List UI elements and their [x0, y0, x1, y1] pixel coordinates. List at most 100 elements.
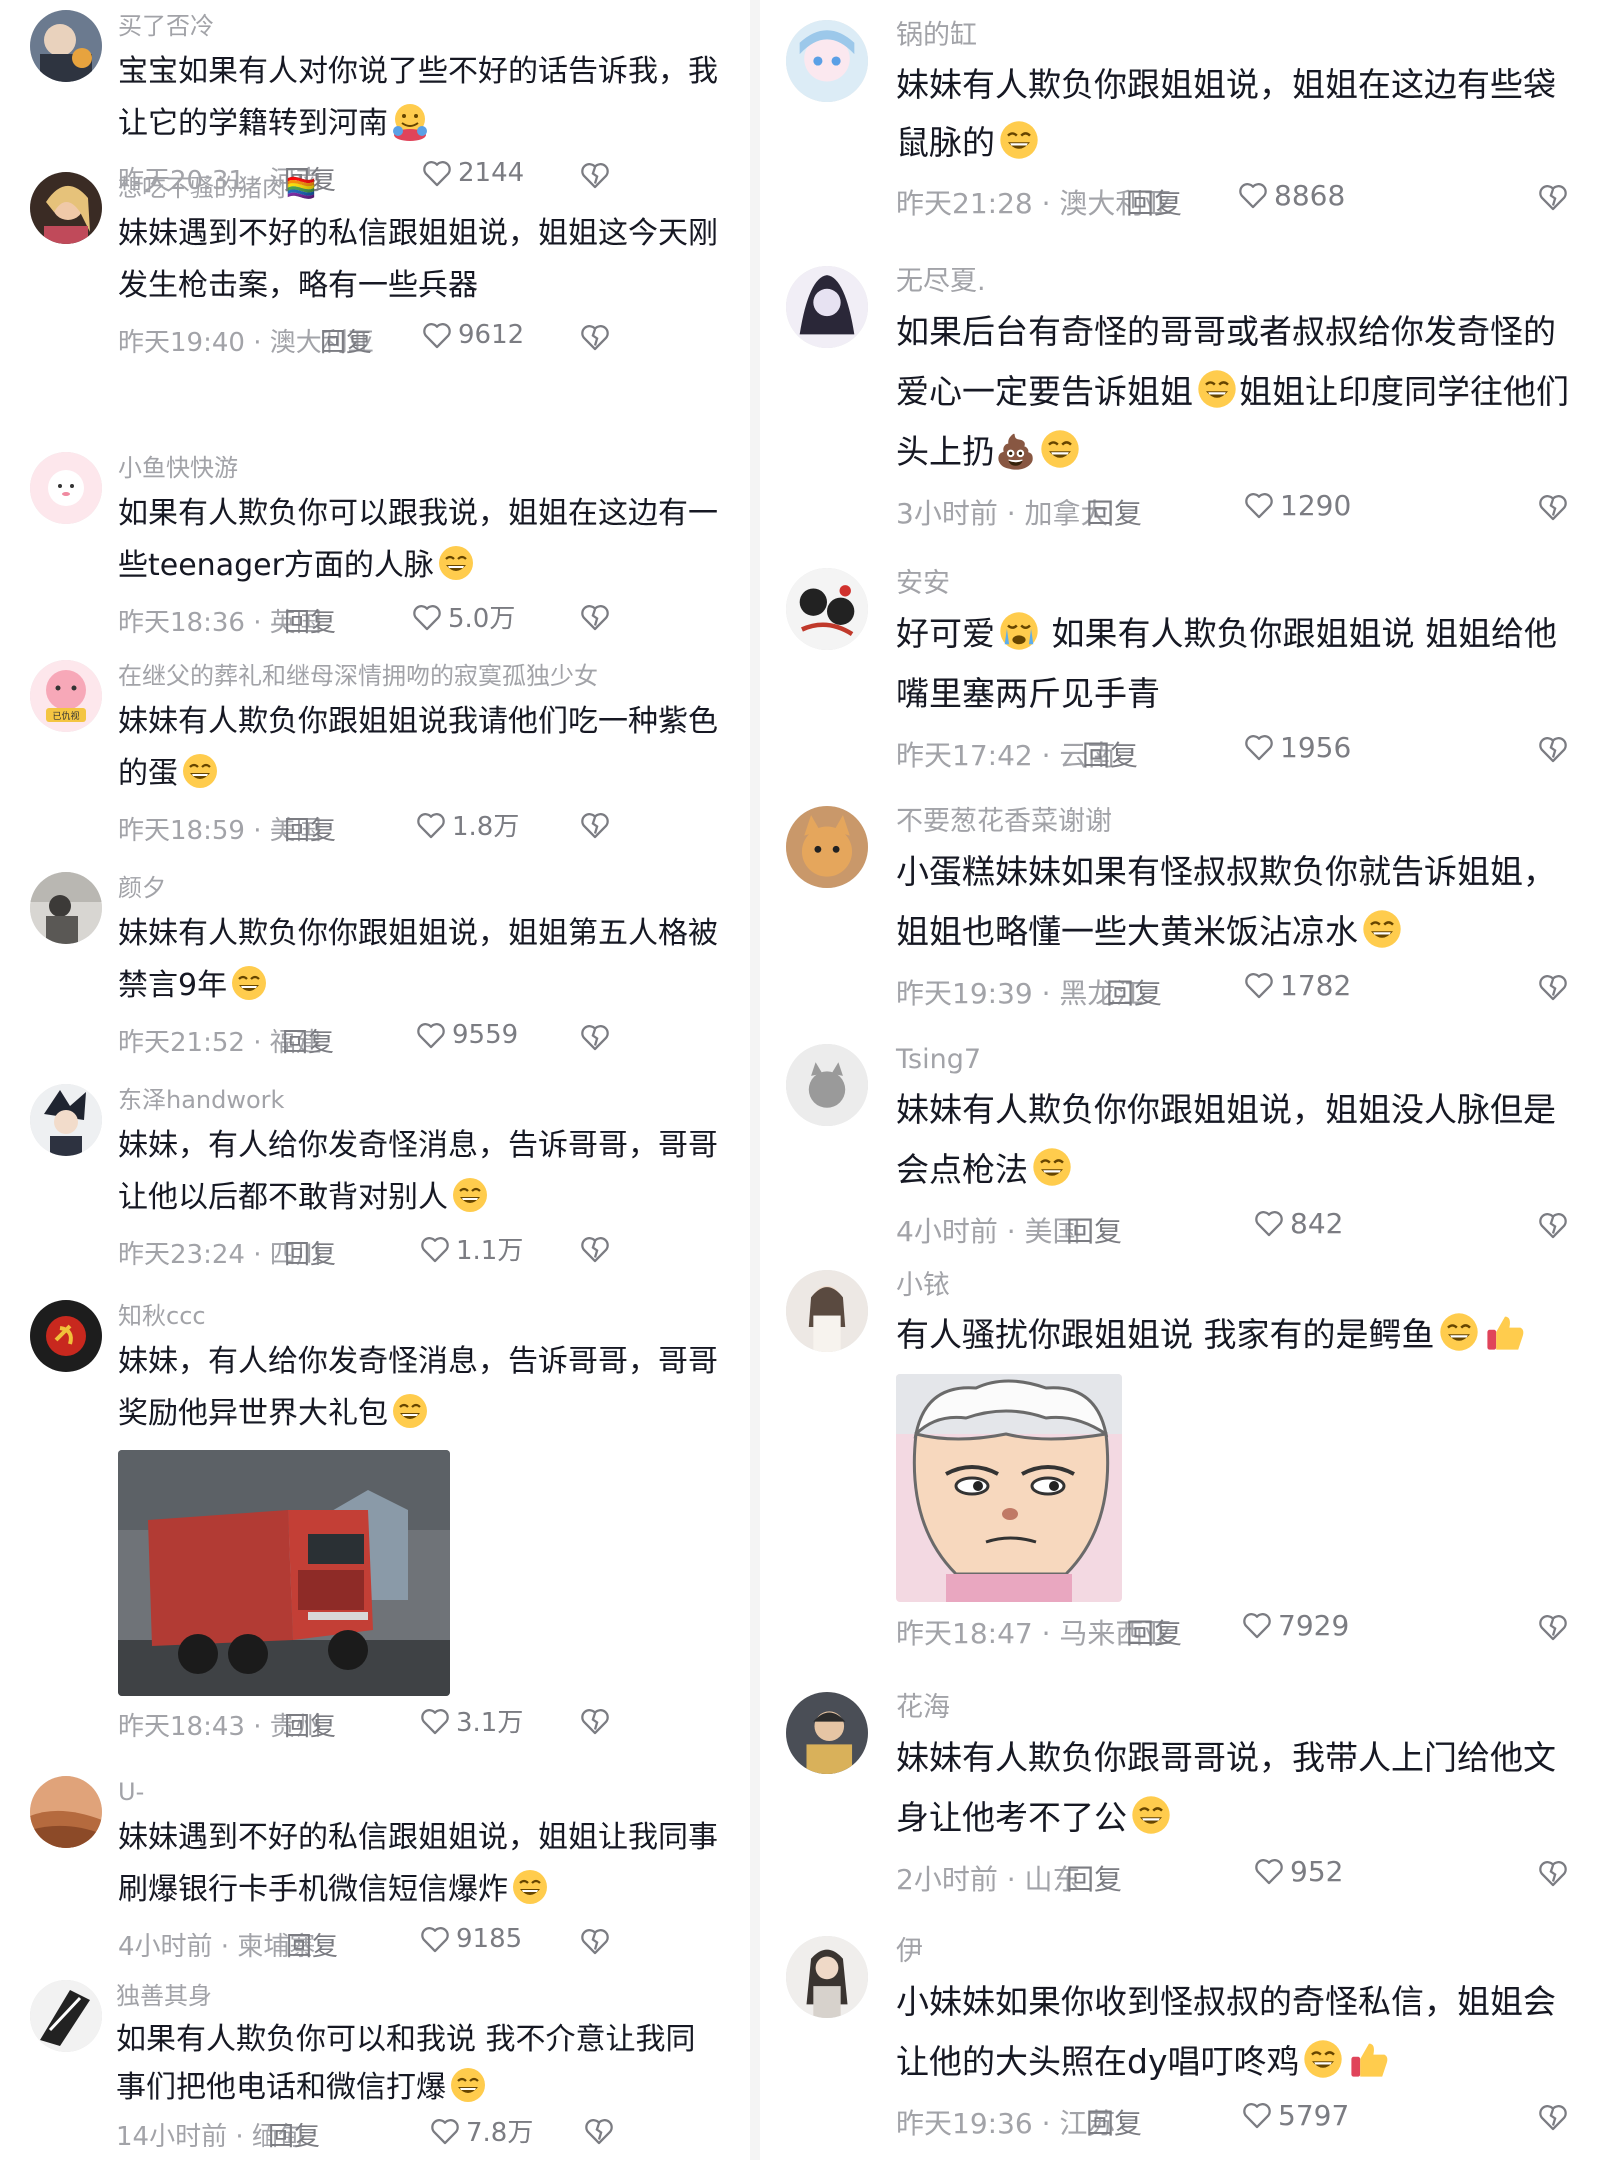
smile-emoji-icon: [1033, 1148, 1071, 1186]
broken-heart-icon[interactable]: [1536, 970, 1570, 1004]
reply-button[interactable]: 回复: [284, 602, 336, 639]
broken-heart-icon[interactable]: [578, 600, 612, 634]
reply-button[interactable]: 回复: [286, 1926, 338, 1963]
username[interactable]: 小铱: [896, 1270, 1586, 1302]
timestamp: 昨天18:36: [118, 608, 245, 638]
reply-button[interactable]: 回复: [1106, 972, 1162, 1012]
like-button[interactable]: 1.8万: [414, 806, 519, 843]
username[interactable]: 东泽handwork: [118, 1084, 718, 1116]
reply-button[interactable]: 回复: [1086, 492, 1142, 532]
reply-button[interactable]: 回复: [320, 322, 372, 359]
like-button[interactable]: 5.0万: [410, 598, 515, 635]
username[interactable]: Tsing7: [896, 1044, 1586, 1076]
username[interactable]: 独善其身: [116, 1980, 720, 2012]
cry-emoji-icon: [1000, 612, 1038, 650]
comment-meta: 昨天23:24 · 四川 回复 1.1万: [118, 1230, 718, 1270]
like-button[interactable]: 1782: [1242, 968, 1351, 1002]
username[interactable]: 小鱼快快游: [118, 452, 718, 484]
timestamp: 昨天18:59: [118, 816, 245, 846]
like-button[interactable]: 1.1万: [418, 1230, 523, 1267]
avatar[interactable]: [30, 1084, 102, 1156]
like-button[interactable]: 3.1万: [418, 1702, 523, 1739]
avatar[interactable]: 已仇视: [30, 660, 102, 732]
broken-heart-icon[interactable]: [1536, 1610, 1570, 1644]
like-button[interactable]: 8868: [1236, 178, 1345, 212]
timestamp: 昨天19:40: [118, 328, 245, 358]
username[interactable]: 安安: [896, 568, 1586, 600]
username[interactable]: 买了否冷: [118, 10, 718, 42]
like-button[interactable]: 9612: [420, 318, 524, 352]
avatar[interactable]: [30, 872, 102, 944]
username[interactable]: 无尽夏.: [896, 266, 1586, 298]
username[interactable]: 想吃不骚的猪肉🏳️‍🌈: [118, 172, 718, 204]
username[interactable]: 花海: [896, 1692, 1586, 1724]
broken-heart-icon[interactable]: [578, 1232, 612, 1266]
username[interactable]: 颜夕: [118, 872, 718, 904]
timestamp: 昨天19:39: [896, 977, 1033, 1010]
reply-button[interactable]: 回复: [1066, 1858, 1122, 1898]
avatar[interactable]: [786, 1936, 868, 2018]
avatar[interactable]: [30, 172, 102, 244]
broken-heart-icon[interactable]: [578, 1020, 612, 1054]
username[interactable]: 在继父的葬礼和继母深情拥吻的寂寞孤独少女: [118, 660, 718, 692]
reply-button[interactable]: 回复: [282, 1022, 334, 1059]
avatar[interactable]: [786, 806, 868, 888]
avatar[interactable]: [30, 452, 102, 524]
timestamp: 昨天17:42: [896, 739, 1033, 772]
reply-button[interactable]: 回复: [284, 810, 336, 847]
red-truck-photo[interactable]: [118, 1450, 450, 1696]
smile-emoji-icon: [1041, 430, 1079, 468]
broken-heart-icon[interactable]: [1536, 2100, 1570, 2134]
username[interactable]: 锅的缸: [896, 20, 1586, 52]
avatar[interactable]: [786, 1044, 868, 1126]
avatar[interactable]: [786, 266, 868, 348]
like-count: 8868: [1274, 178, 1346, 212]
comment-meta: 昨天21:28 · 澳大利亚 回复 8868: [896, 178, 1586, 220]
reply-button[interactable]: 回复: [1086, 2102, 1142, 2142]
reply-button[interactable]: 回复: [268, 2116, 320, 2153]
like-button[interactable]: 7929: [1240, 1608, 1349, 1642]
broken-heart-icon[interactable]: [578, 1924, 612, 1958]
avatar[interactable]: [30, 1980, 102, 2052]
like-button[interactable]: 1290: [1242, 488, 1351, 522]
broken-heart-icon[interactable]: [1536, 1208, 1570, 1242]
broken-heart-icon[interactable]: [1536, 1856, 1570, 1890]
avatar[interactable]: [786, 1692, 868, 1774]
avatar[interactable]: [786, 1270, 868, 1352]
reply-button[interactable]: 回复: [284, 1234, 336, 1271]
comment-meta: 2小时前 · 山东 回复 952: [896, 1854, 1586, 1896]
broken-heart-icon[interactable]: [1536, 490, 1570, 524]
like-button[interactable]: 9185: [418, 1922, 522, 1956]
reply-button[interactable]: 回复: [1126, 182, 1182, 222]
broken-heart-icon[interactable]: [1536, 180, 1570, 214]
username[interactable]: 知秋ccc: [118, 1300, 718, 1332]
cartoon-sticker[interactable]: [896, 1374, 1122, 1602]
like-button[interactable]: 9559: [414, 1018, 518, 1052]
like-button[interactable]: 952: [1252, 1854, 1343, 1888]
avatar[interactable]: [786, 568, 868, 650]
heart-icon: [1255, 1859, 1283, 1885]
broken-heart-icon[interactable]: [578, 808, 612, 842]
avatar[interactable]: [30, 1300, 102, 1372]
avatar[interactable]: [786, 20, 868, 102]
broken-heart-icon[interactable]: [578, 320, 612, 354]
username[interactable]: U-: [118, 1776, 718, 1808]
reply-button[interactable]: 回复: [284, 1706, 336, 1743]
like-button[interactable]: 842: [1252, 1206, 1343, 1240]
reply-button[interactable]: 回复: [1066, 1210, 1122, 1250]
username[interactable]: 不要葱花香菜谢谢: [896, 806, 1586, 838]
avatar[interactable]: [30, 10, 102, 82]
smile-emoji-icon: [451, 2068, 485, 2102]
avatar[interactable]: [30, 1776, 102, 1848]
reply-button[interactable]: 回复: [1126, 1612, 1182, 1652]
broken-heart-icon[interactable]: [1536, 732, 1570, 766]
like-button[interactable]: 5797: [1240, 2098, 1349, 2132]
comment-text: 好可爱 如果有人欺负你跟姐姐说 姐姐给他嘴里塞两斤见手青: [896, 604, 1586, 724]
heart-icon: [1245, 973, 1273, 999]
broken-heart-icon[interactable]: [578, 1704, 612, 1738]
username[interactable]: 伊: [896, 1936, 1586, 1968]
like-button[interactable]: 1956: [1242, 730, 1351, 764]
broken-heart-icon[interactable]: [582, 2114, 616, 2148]
reply-button[interactable]: 回复: [1082, 734, 1138, 774]
like-button[interactable]: 7.8万: [428, 2112, 533, 2149]
